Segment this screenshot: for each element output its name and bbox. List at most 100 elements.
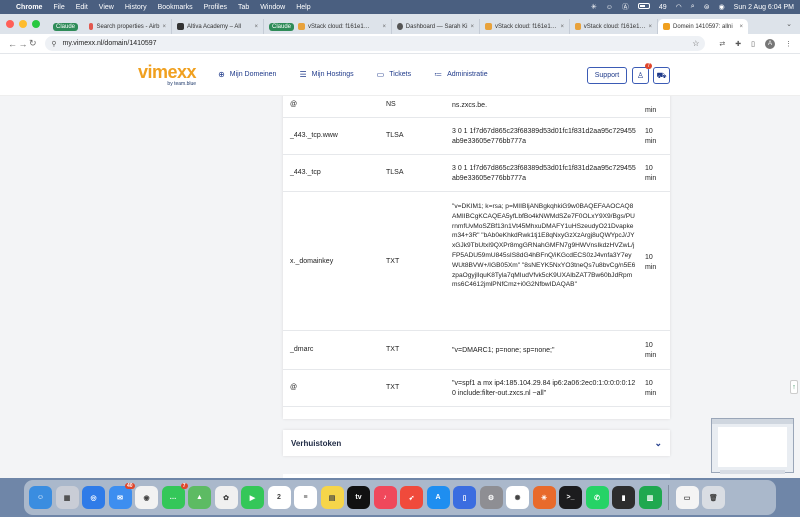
dock-perplexity-icon[interactable]: ✳ xyxy=(532,486,556,509)
profile-avatar[interactable]: A xyxy=(765,38,776,49)
dock-document-icon[interactable]: ▭ xyxy=(675,486,699,509)
tab-vstack-2[interactable]: vStack cloud: f161e1… × xyxy=(480,19,570,34)
dock-mail-icon[interactable]: ✉ 40 xyxy=(108,483,135,509)
menu-help[interactable]: Help xyxy=(296,4,310,11)
vimexx-logo[interactable]: vimexx by team.blue xyxy=(138,63,197,87)
dock-chatgpt-icon[interactable]: ✺ xyxy=(506,486,529,509)
dock-whatsapp-icon[interactable]: ✆ xyxy=(585,486,609,509)
table-row: _dmarc TXT "v=DMARC1; p=none; sp=none;" … xyxy=(283,331,670,370)
control-center-icon[interactable]: ⊜ xyxy=(704,3,710,11)
close-tab-icon[interactable]: × xyxy=(645,24,652,30)
forward-arrow-icon[interactable]: → xyxy=(18,39,28,49)
reload-icon[interactable]: ↻ xyxy=(29,38,39,49)
menu-bookmarks[interactable]: Bookmarks xyxy=(158,4,193,11)
table-row: _443._tcp.www TLSA 3 0 1 1f7d67d865c23f6… xyxy=(283,118,670,155)
nav-administratie[interactable]: ≔ Administratie xyxy=(434,70,487,79)
search-icon[interactable]: ⌕ xyxy=(691,3,695,11)
siri-icon[interactable]: ◉ xyxy=(719,3,725,11)
close-window-button[interactable] xyxy=(6,20,14,28)
tab-domein-active[interactable]: Domein 1410597: allni × xyxy=(658,19,748,34)
menu-file[interactable]: File xyxy=(53,4,64,11)
bookmark-star-icon[interactable]: ☆ xyxy=(692,39,699,48)
close-tab-icon[interactable]: × xyxy=(251,24,258,30)
dock-badge: 7 xyxy=(180,483,188,489)
tab-dashboard[interactable]: Dashboard — Sarah Ki × xyxy=(392,19,480,34)
dock-launchpad-icon[interactable]: ▦ xyxy=(55,486,79,509)
tab-group-claude-1[interactable]: Claude xyxy=(48,19,84,34)
record-type: TLSA xyxy=(386,132,404,139)
record-type: TXT xyxy=(386,346,400,353)
vstack-favicon-icon xyxy=(485,23,492,30)
tab-altiva-academy[interactable]: Altiva Academy – All × xyxy=(172,19,264,34)
tab-search-chevron-icon[interactable]: ⌄ xyxy=(786,20,792,28)
close-tab-icon[interactable]: × xyxy=(379,24,386,30)
menu-edit[interactable]: Edit xyxy=(76,4,88,11)
cart-button[interactable]: ⛟ xyxy=(653,67,670,84)
side-panel-handle-icon[interactable]: ↑ xyxy=(790,380,798,394)
battery-icon[interactable] xyxy=(637,3,650,11)
nav-tickets[interactable]: ▭ Tickets xyxy=(377,70,411,79)
dock-notes-icon[interactable]: ▤ xyxy=(320,486,344,509)
dock-calendar-icon[interactable]: 2 xyxy=(267,486,291,509)
tab-vstack-claude[interactable]: Claude vStack cloud: f161e1… × xyxy=(264,19,392,34)
dock-app-store-icon[interactable]: A xyxy=(426,486,450,509)
record-ttl: min xyxy=(645,107,657,114)
minimize-window-button[interactable] xyxy=(19,20,27,28)
close-tab-icon[interactable]: × xyxy=(557,24,564,30)
menu-app-chrome[interactable]: Chrome xyxy=(16,4,42,11)
record-name: _443._tcp xyxy=(290,169,321,176)
nav-label: Mijn Domeinen xyxy=(229,71,277,78)
record-value: "v=DMARC1; p=none; sp=none;" xyxy=(452,347,555,354)
dock-reminders-icon[interactable]: ≡ xyxy=(294,486,317,509)
extensions-icon[interactable]: ✚ xyxy=(735,40,741,48)
tab-label: Altiva Academy – All xyxy=(187,23,242,30)
close-tab-icon[interactable]: × xyxy=(467,24,474,30)
dock-simulator-icon[interactable]: ▯ xyxy=(453,486,476,509)
sidepanel-icon[interactable]: ▯ xyxy=(751,40,755,48)
dock-numbers-icon[interactable]: ▥ xyxy=(638,486,662,509)
dock-maps-icon[interactable]: ▲ xyxy=(188,486,211,509)
dock-finder-icon[interactable]: ☺ xyxy=(29,486,52,509)
dock-messages-icon[interactable]: … 7 xyxy=(161,483,188,509)
dock-trash-icon[interactable]: 🗑 xyxy=(702,486,725,509)
dock-rocket-icon[interactable]: ➶ xyxy=(400,486,423,509)
dock-facetime-icon[interactable]: ▶ xyxy=(241,486,264,509)
chevron-down-icon[interactable]: ⌄ xyxy=(654,438,662,449)
back-arrow-icon[interactable]: ← xyxy=(8,39,18,49)
address-bar[interactable]: ⚲ my.vimexx.nl/domain/1410597 ☆ xyxy=(45,36,706,51)
claude-status-icon[interactable]: ✳ xyxy=(591,3,597,11)
menu-window[interactable]: Window xyxy=(260,4,285,11)
menu-view[interactable]: View xyxy=(99,4,114,11)
person-status-icon[interactable]: ☺ xyxy=(606,4,613,11)
wifi-icon[interactable]: ◠ xyxy=(676,3,682,11)
dock-activity-monitor-icon[interactable]: ▮ xyxy=(612,486,635,509)
account-button[interactable]: ♙ 7 xyxy=(632,63,652,84)
dock-terminal-icon[interactable]: >_ xyxy=(559,486,582,509)
translate-icon[interactable]: ⇄ xyxy=(719,40,725,48)
dock-apple-tv-icon[interactable]: tv xyxy=(347,486,370,509)
nav-mijn-hostings[interactable]: ☰ Mijn Hostings xyxy=(299,70,353,79)
dock-safari-icon[interactable]: ◎ xyxy=(82,486,105,509)
accordion-verhuistoken[interactable]: Verhuistoken ⌄ xyxy=(283,430,670,456)
menu-history[interactable]: History xyxy=(125,4,147,11)
tab-vstack-3[interactable]: vStack cloud: f161e1… × xyxy=(570,19,658,34)
nav-mijn-domeinen[interactable]: ⊕ Mijn Domeinen xyxy=(218,70,276,79)
close-tab-icon[interactable]: × xyxy=(736,24,743,30)
menubar-clock[interactable]: Sun 2 Aug 6:04 PM xyxy=(734,4,794,11)
menu-profiles[interactable]: Profiles xyxy=(204,4,227,11)
window-thumbnail[interactable] xyxy=(711,418,794,474)
dock-music-icon[interactable]: ♪ xyxy=(373,486,397,509)
dock-system-settings-icon[interactable]: ⚙ xyxy=(479,486,503,509)
globe-icon: ⊕ xyxy=(218,70,225,79)
site-info-icon[interactable]: ⚲ xyxy=(51,40,56,48)
menu-kebab-icon[interactable]: ⋮ xyxy=(785,40,792,48)
tab-search-properties[interactable]: Search properties - Airb × xyxy=(84,19,172,34)
close-tab-icon[interactable]: × xyxy=(159,24,166,30)
text-input-icon[interactable]: Ⓐ xyxy=(622,2,629,12)
dock-chrome-icon[interactable]: ◉ xyxy=(135,486,158,509)
dock-photos-icon[interactable]: ✿ xyxy=(214,486,238,509)
zoom-window-button[interactable] xyxy=(32,20,40,28)
support-button[interactable]: Support xyxy=(587,67,627,84)
menu-tab[interactable]: Tab xyxy=(238,4,249,11)
table-row: x._domainkey TXT "v=DKIM1; k=rsa; p=MIIB… xyxy=(283,192,670,331)
